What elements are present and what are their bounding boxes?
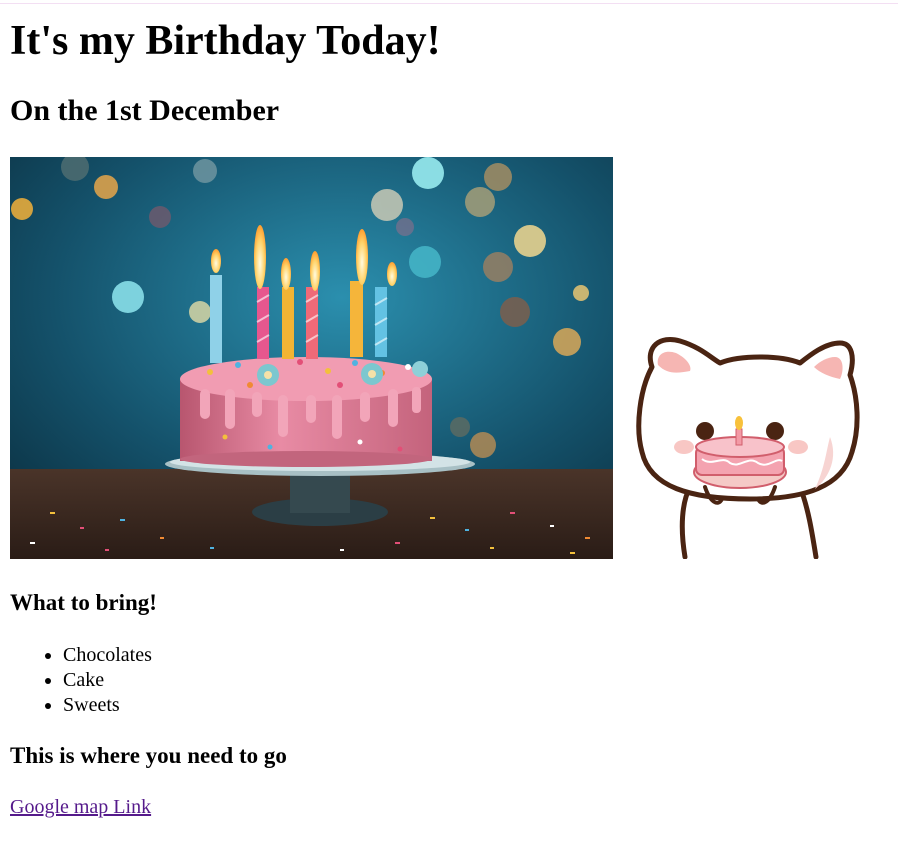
page-title: It's my Birthday Today! <box>10 18 441 64</box>
list-item: Chocolates <box>10 643 152 668</box>
bring-list: Chocolates Cake Sweets <box>10 643 152 718</box>
location-heading: This is where you need to go <box>10 743 287 768</box>
birthday-cake-image <box>10 157 613 559</box>
top-border-line <box>0 3 898 4</box>
cat-with-cake-image <box>636 337 860 559</box>
google-map-link[interactable]: Google map Link <box>10 795 151 820</box>
image-row <box>10 157 870 559</box>
list-item: Sweets <box>10 693 152 718</box>
page-subtitle: On the 1st December <box>10 94 280 127</box>
what-to-bring-heading: What to bring! <box>10 590 157 615</box>
list-item: Cake <box>10 668 152 693</box>
